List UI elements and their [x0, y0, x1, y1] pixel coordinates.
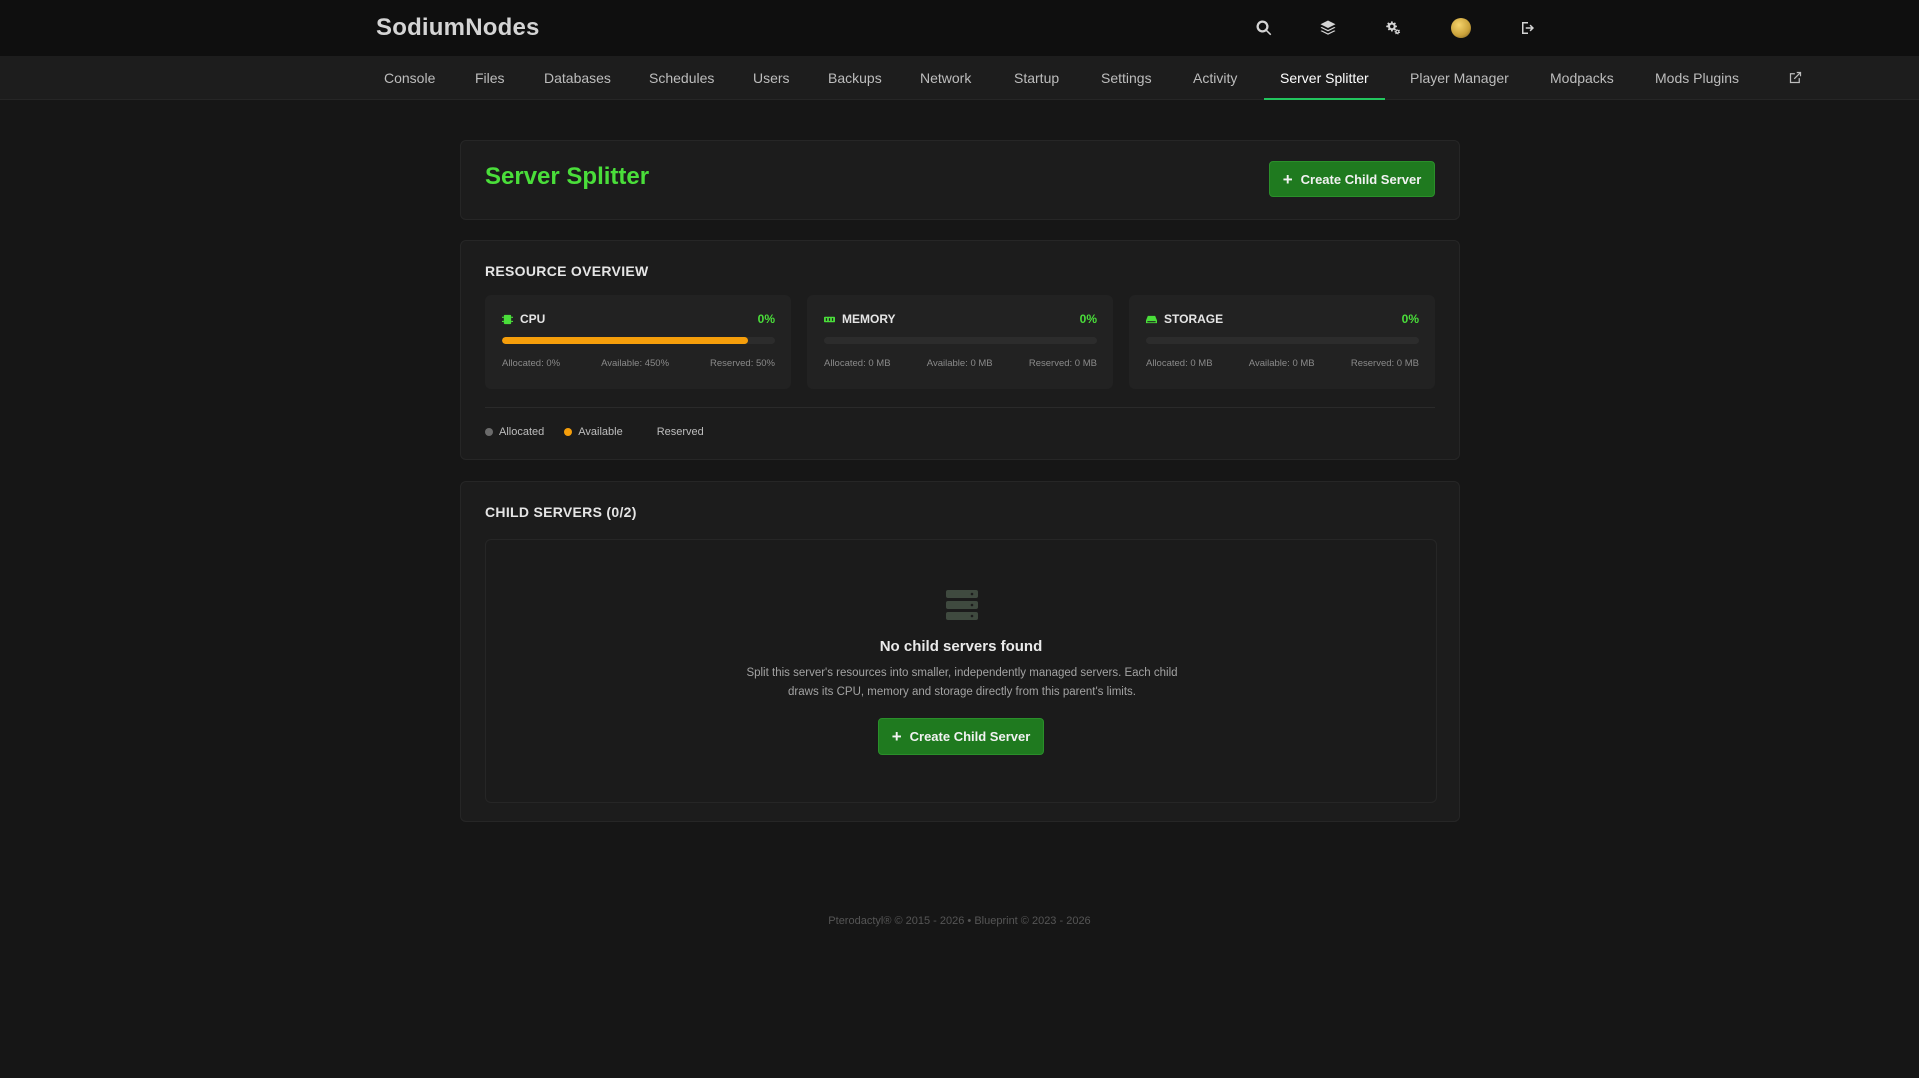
- cpu-percent: 0%: [757, 312, 775, 326]
- memory-allocated: Allocated: 0 MB: [824, 358, 891, 369]
- cpu-reserved: Reserved: 50%: [710, 358, 775, 369]
- tab-console[interactable]: Console: [368, 56, 451, 100]
- cpu-available-fill: [502, 337, 748, 344]
- tab-files[interactable]: Files: [459, 56, 521, 100]
- memory-icon: [824, 316, 835, 322]
- legend-reserved-label: Reserved: [656, 426, 704, 438]
- legend-allocated: Allocated: [485, 426, 544, 438]
- available-dot: [564, 428, 573, 436]
- tab-backups[interactable]: Backups: [812, 56, 898, 100]
- tab-modpacks[interactable]: Modpacks: [1534, 56, 1630, 100]
- plus-icon: +: [891, 727, 902, 746]
- storage-card: STORAGE 0% Allocated: 0 MB Available: 0 …: [1129, 295, 1435, 389]
- child-servers-panel: CHILD SERVERS (0/2) No child servers fou…: [460, 481, 1460, 822]
- reserved-dot: [643, 428, 651, 436]
- tab-startup[interactable]: Startup: [998, 56, 1075, 100]
- cpu-icon: [502, 314, 513, 324]
- cogs-icon[interactable]: [1381, 16, 1405, 40]
- external-link-icon[interactable]: [1772, 56, 1819, 100]
- server-stack-icon: [946, 590, 978, 620]
- divider: [485, 407, 1435, 408]
- empty-state: No child servers found Split this server…: [485, 539, 1437, 803]
- storage-reserved: Reserved: 0 MB: [1350, 358, 1419, 369]
- memory-usage-bar: [824, 337, 1097, 344]
- storage-percent: 0%: [1401, 312, 1419, 326]
- tab-server-splitter[interactable]: Server Splitter: [1264, 56, 1385, 100]
- create-child-server-label: Create Child Server: [1300, 171, 1422, 187]
- layers-icon[interactable]: [1316, 16, 1340, 40]
- create-child-server-label: Create Child Server: [909, 729, 1031, 744]
- memory-label: MEMORY: [842, 312, 896, 326]
- resource-overview-title: RESOURCE OVERVIEW: [485, 263, 649, 279]
- tab-network[interactable]: Network: [904, 56, 987, 100]
- tab-databases[interactable]: Databases: [528, 56, 627, 100]
- top-bar: SodiumNodes: [0, 0, 1919, 56]
- page-header: Server Splitter + Create Child Server: [460, 140, 1460, 220]
- tab-settings[interactable]: Settings: [1085, 56, 1168, 100]
- memory-percent: 0%: [1079, 312, 1097, 326]
- storage-icon: [1146, 315, 1157, 323]
- cpu-usage-bar: [502, 337, 775, 344]
- allocated-dot: [485, 428, 493, 436]
- storage-allocated: Allocated: 0 MB: [1146, 358, 1213, 369]
- logout-icon[interactable]: [1516, 16, 1540, 40]
- search-icon[interactable]: [1252, 16, 1276, 40]
- storage-label: STORAGE: [1164, 312, 1224, 326]
- page-title: Server Splitter: [485, 163, 650, 190]
- cpu-card: CPU 0% Allocated: 0% Available: 450% Res…: [485, 295, 791, 389]
- create-child-server-button-empty[interactable]: + Create Child Server: [878, 718, 1044, 755]
- child-servers-title: CHILD SERVERS (0/2): [485, 504, 637, 520]
- empty-title: No child servers found: [879, 638, 1043, 655]
- memory-card: MEMORY 0% Allocated: 0 MB Available: 0 M…: [807, 295, 1113, 389]
- legend-available: Available: [564, 426, 623, 438]
- tab-mods-plugins[interactable]: Mods Plugins: [1639, 56, 1755, 100]
- resource-legend: Allocated Available Reserved: [485, 426, 704, 438]
- empty-description: Split this server's resources into small…: [746, 667, 1178, 698]
- memory-available: Available: 0 MB: [926, 358, 993, 369]
- legend-available-label: Available: [578, 426, 623, 438]
- tab-activity[interactable]: Activity: [1177, 56, 1253, 100]
- avatar[interactable]: [1451, 18, 1471, 38]
- server-nav: Console Files Databases Schedules Users …: [0, 56, 1919, 100]
- cpu-label: CPU: [520, 312, 546, 326]
- cpu-allocated: Allocated: 0%: [502, 358, 561, 369]
- create-child-server-button[interactable]: + Create Child Server: [1269, 161, 1435, 197]
- plus-icon: +: [1282, 169, 1293, 189]
- footer: Pterodactyl® © 2015 - 2026 • Blueprint ©…: [828, 915, 1091, 927]
- legend-reserved: Reserved: [643, 426, 704, 438]
- tab-player-manager[interactable]: Player Manager: [1394, 56, 1525, 100]
- memory-reserved: Reserved: 0 MB: [1028, 358, 1097, 369]
- resource-overview-panel: RESOURCE OVERVIEW CPU 0% Allocated: 0% A…: [460, 240, 1460, 460]
- storage-available: Available: 0 MB: [1248, 358, 1315, 369]
- storage-usage-bar: [1146, 337, 1419, 344]
- cpu-available: Available: 450%: [601, 358, 670, 369]
- tab-schedules[interactable]: Schedules: [633, 56, 730, 100]
- legend-allocated-label: Allocated: [499, 426, 545, 438]
- tab-users[interactable]: Users: [737, 56, 806, 100]
